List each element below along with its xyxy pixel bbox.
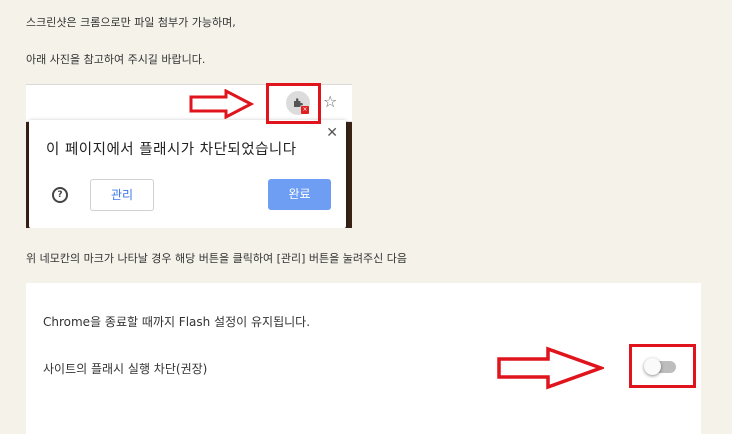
right-arrow-icon <box>189 89 254 119</box>
star-icon[interactable]: ☆ <box>323 92 337 111</box>
close-icon[interactable]: ✕ <box>326 125 338 141</box>
done-button[interactable]: 완료 <box>268 179 331 210</box>
instruction-line-1: 스크린샷은 크롬으로만 파일 첨부가 가능하며, <box>26 16 236 29</box>
dialog-title: 이 페이지에서 플래시가 차단되었습니다 <box>46 142 297 158</box>
highlight-box <box>266 83 321 124</box>
flash-blocked-dialog: 이 페이지에서 플래시가 차단되었습니다 ✕ ? 관리 완료 <box>29 120 346 228</box>
highlight-box <box>629 344 696 388</box>
instruction-line-2: 아래 사진을 참고하여 주시길 바랍니다. <box>26 53 206 66</box>
instruction-line-3: 위 네모칸의 마크가 나타날 경우 해당 버튼을 클릭하여 [관리] 버튼을 눌… <box>26 252 408 265</box>
settings-info-text: Chrome을 종료할 때까지 Flash 설정이 유지됩니다. <box>43 315 311 329</box>
right-arrow-icon <box>497 346 604 390</box>
manage-button[interactable]: 관리 <box>90 179 154 211</box>
block-flash-setting-label: 사이트의 플래시 실행 차단(권장) <box>43 362 208 376</box>
help-icon[interactable]: ? <box>52 187 68 203</box>
